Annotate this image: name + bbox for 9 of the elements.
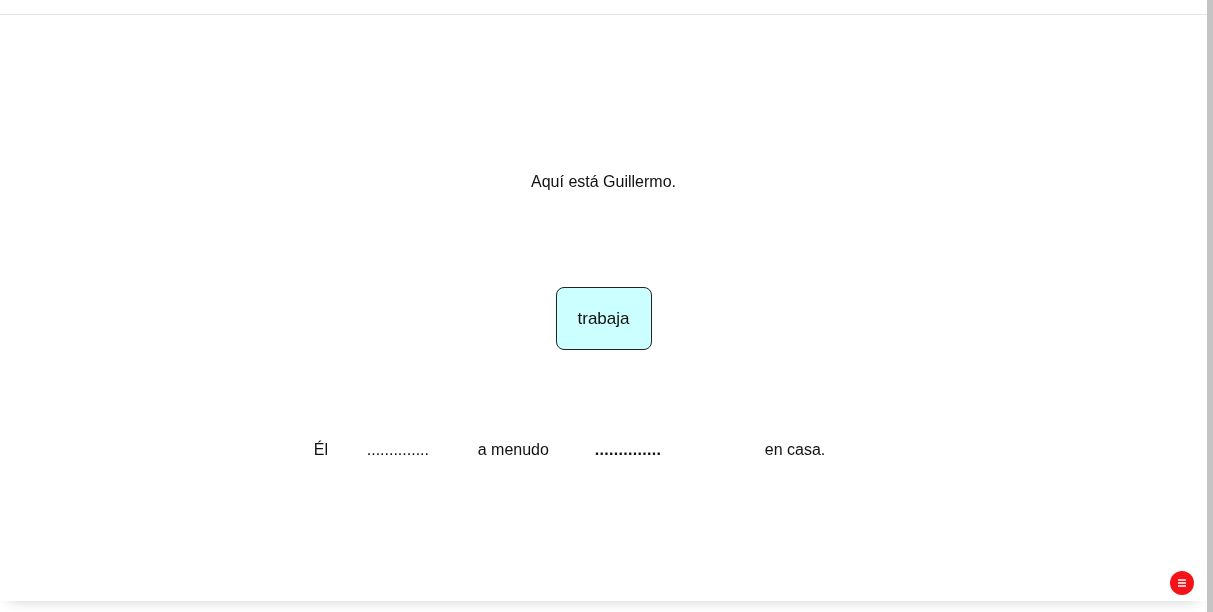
menu-icon [1177,578,1187,588]
word-card[interactable]: trabaja [555,287,652,350]
sentence-word: en casa. [764,440,826,460]
menu-button[interactable] [1170,571,1194,595]
blank-slot[interactable]: .............. [594,440,765,460]
sentence-word: a menudo [477,440,550,460]
prompt-text: Aquí está Guillermo. [531,172,676,192]
blank-slot[interactable]: .............. [366,440,478,460]
sentence-word: Él [313,440,329,460]
